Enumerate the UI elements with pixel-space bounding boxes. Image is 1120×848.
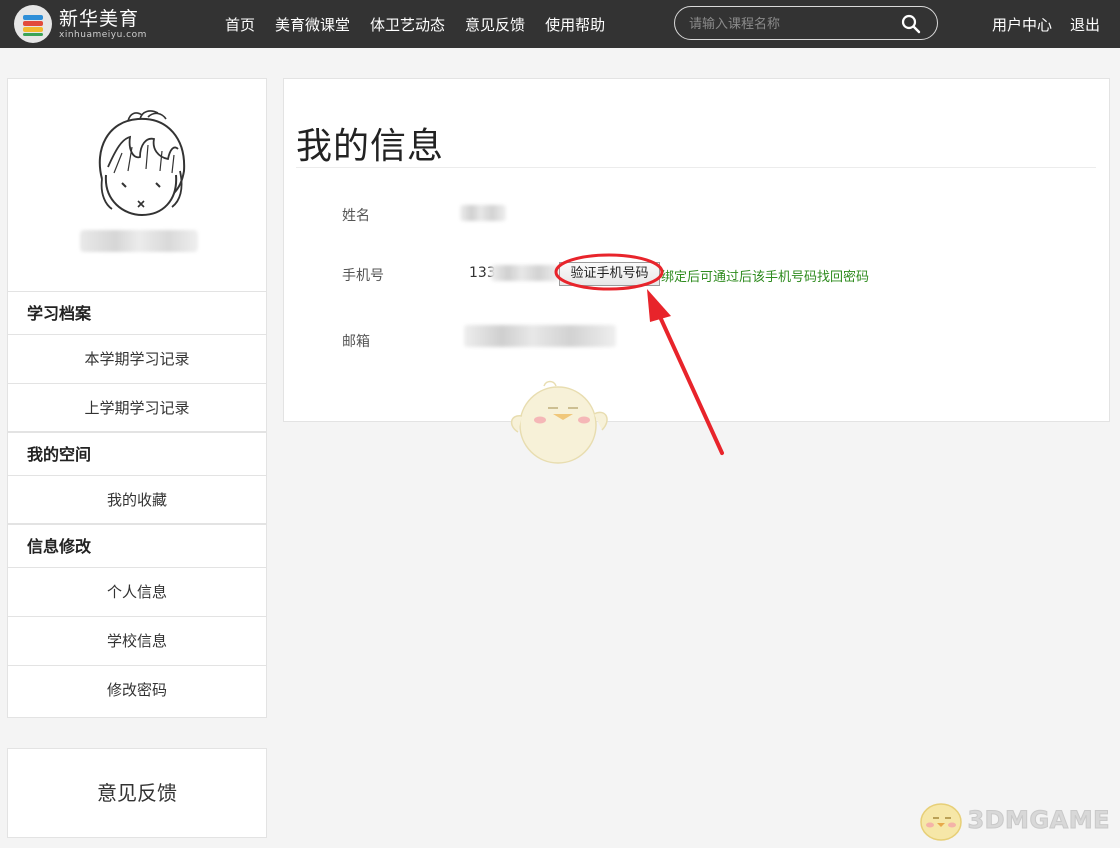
brand-name: 新华美育 [59, 7, 140, 30]
nav-home[interactable]: 首页 [225, 14, 255, 35]
sidebar-item-change-password[interactable]: 修改密码 [8, 666, 266, 715]
email-value-redacted [464, 325, 616, 347]
top-navbar: 新华美育 xinhuameiyu.com 首页 美育微课堂 体卫艺动态 意见反馈… [0, 0, 1120, 48]
watermark-chick-icon [920, 803, 963, 841]
phone-hint: 绑定后可通过后该手机号码找回密码 [661, 270, 870, 285]
sidebar-item-last-term[interactable]: 上学期学习记录 [8, 384, 266, 433]
brand-logo[interactable]: 新华美育 xinhuameiyu.com [14, 5, 147, 43]
nav-feedback[interactable]: 意见反馈 [465, 14, 525, 35]
brand-domain: xinhuameiyu.com [59, 29, 147, 40]
name-label: 姓名 [342, 208, 370, 224]
name-value-redacted [460, 205, 506, 221]
nav-help[interactable]: 使用帮助 [545, 14, 605, 35]
section-study-archive: 学习档案 [8, 292, 266, 335]
avatar[interactable] [88, 109, 192, 219]
sidebar: 学习档案 本学期学习记录 上学期学习记录 我的空间 我的收藏 信息修改 个人信息… [7, 78, 267, 718]
page-title: 我的信息 [296, 126, 445, 167]
brand-text: 新华美育 xinhuameiyu.com [59, 8, 147, 41]
user-menu: 用户中心 退出 [974, 0, 1100, 48]
phone-label: 手机号 [342, 268, 384, 284]
section-edit-info: 信息修改 [8, 525, 266, 568]
nav-news[interactable]: 体卫艺动态 [370, 14, 445, 35]
section-my-space: 我的空间 [8, 433, 266, 476]
verify-phone-button[interactable]: 验证手机号码 [559, 262, 660, 286]
username-redacted [80, 230, 198, 252]
sidebar-item-favorites[interactable]: 我的收藏 [8, 476, 266, 525]
user-center-link[interactable]: 用户中心 [992, 14, 1052, 35]
watermark: 3DMGAME [915, 798, 1110, 842]
search-icon[interactable] [901, 14, 921, 34]
feedback-button[interactable]: 意见反馈 [7, 748, 267, 838]
email-label: 邮箱 [342, 334, 370, 350]
main-nav: 首页 美育微课堂 体卫艺动态 意见反馈 使用帮助 [225, 0, 625, 48]
profile-card [8, 79, 266, 292]
my-info-panel: 我的信息 姓名 手机号 133 验证手机号码 绑定后可通过后该手机号码找回密码 … [283, 78, 1110, 422]
search-input[interactable] [689, 14, 889, 34]
phone-value-redacted [491, 265, 559, 281]
search-box [674, 6, 938, 40]
logo-icon [14, 5, 52, 43]
nav-micro-class[interactable]: 美育微课堂 [275, 14, 350, 35]
title-divider [296, 167, 1096, 168]
sidebar-item-school-info[interactable]: 学校信息 [8, 617, 266, 666]
watermark-text: 3DMGAME [967, 806, 1110, 835]
sidebar-item-this-term[interactable]: 本学期学习记录 [8, 335, 266, 384]
sidebar-item-personal-info[interactable]: 个人信息 [8, 568, 266, 617]
logout-link[interactable]: 退出 [1070, 14, 1100, 35]
